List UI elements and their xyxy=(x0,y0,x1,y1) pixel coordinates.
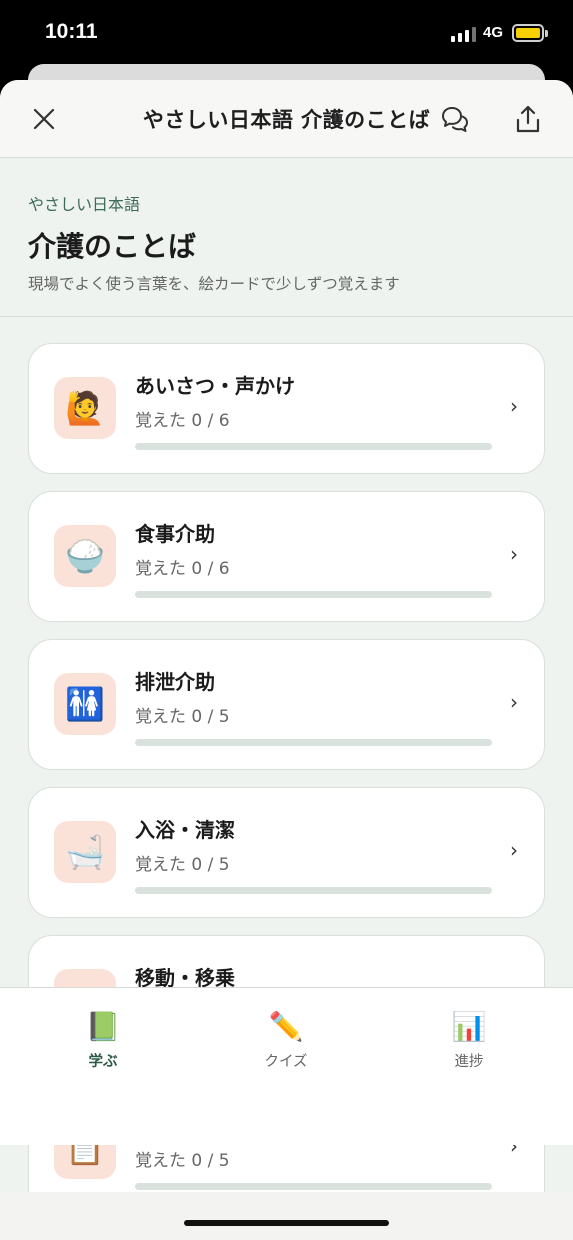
green-book-icon: 📗 xyxy=(85,1010,121,1043)
chevron-right-icon: › xyxy=(510,838,518,862)
chevron-right-icon: › xyxy=(510,542,518,566)
page-eyebrow: やさしい日本語 xyxy=(28,195,141,214)
progress-bar xyxy=(135,739,492,746)
category-title: 入浴・清潔 xyxy=(135,818,235,842)
tab-label: 学ぶ xyxy=(88,1054,118,1070)
rice-bowl-icon: 🍚 xyxy=(65,537,105,575)
pencil-icon: ✏️ xyxy=(268,1010,304,1043)
category-progress-text: 覚えた 0 / 5 xyxy=(135,707,230,727)
cellular-signal-icon xyxy=(451,26,476,42)
page-title: 介護のことば xyxy=(28,230,197,263)
person-raising-hand-icon: 🙋 xyxy=(65,389,105,427)
tab-label: クイズ xyxy=(264,1054,308,1070)
category-title: 排泄介助 xyxy=(135,670,215,694)
page-header: やさしい日本語 介護のことば 現場でよく使う言葉を、絵カードで少しずつ覚えます xyxy=(0,159,573,317)
bathtub-icon: 🛁 xyxy=(65,833,105,871)
tab-quiz[interactable]: ✏️ クイズ xyxy=(226,1008,346,1071)
tab-bar: 📗 学ぶ ✏️ クイズ 📊 進捗 xyxy=(0,987,573,1145)
category-progress-text: 覚えた 0 / 6 xyxy=(135,411,230,431)
category-progress-text: 覚えた 0 / 5 xyxy=(135,1151,230,1171)
chat-button[interactable] xyxy=(438,102,472,136)
screen: 10:11 4G やさしい日本語 介護のことば やさしい日本語 介護のことば 現… xyxy=(0,0,573,1240)
share-icon xyxy=(516,105,540,133)
category-card-bathing[interactable]: 🛁 入浴・清潔 覚えた 0 / 5 › xyxy=(28,787,545,918)
category-title: 食事介助 xyxy=(135,522,215,546)
battery-icon xyxy=(512,24,548,42)
category-title: あいさつ・声かけ xyxy=(135,374,295,398)
progress-bar xyxy=(135,1183,492,1190)
progress-bar xyxy=(135,591,492,598)
home-indicator[interactable] xyxy=(184,1220,389,1226)
nav-bar: やさしい日本語 介護のことば xyxy=(0,80,573,158)
chevron-right-icon: › xyxy=(510,394,518,418)
category-card-greetings[interactable]: 🙋 あいさつ・声かけ 覚えた 0 / 6 › xyxy=(28,343,545,474)
tab-learn[interactable]: 📗 学ぶ xyxy=(43,1008,163,1071)
share-button[interactable] xyxy=(511,102,545,136)
page-subtitle: 現場でよく使う言葉を、絵カードで少しずつ覚えます xyxy=(28,275,400,293)
chat-bubbles-icon xyxy=(442,107,468,132)
category-card-meal-assistance[interactable]: 🍚 食事介助 覚えた 0 / 6 › xyxy=(28,491,545,622)
tab-progress[interactable]: 📊 進捗 xyxy=(409,1008,529,1071)
progress-bar xyxy=(135,887,492,894)
category-progress-text: 覚えた 0 / 5 xyxy=(135,855,230,875)
category-card-toileting[interactable]: 🚻 排泄介助 覚えた 0 / 5 › xyxy=(28,639,545,770)
network-type: 4G xyxy=(483,24,504,41)
status-time: 10:11 xyxy=(45,20,98,43)
bar-chart-icon: 📊 xyxy=(451,1010,487,1043)
chevron-right-icon: › xyxy=(510,690,518,714)
progress-bar xyxy=(135,443,492,450)
status-bar: 10:11 4G xyxy=(0,0,573,66)
nav-title: やさしい日本語 介護のことば xyxy=(142,108,431,132)
tab-label: 進捗 xyxy=(454,1054,484,1070)
category-progress-text: 覚えた 0 / 6 xyxy=(135,559,230,579)
modal-sheet: やさしい日本語 介護のことば やさしい日本語 介護のことば 現場でよく使う言葉を… xyxy=(0,80,573,1240)
bottom-safe-area xyxy=(0,1192,573,1240)
restroom-icon: 🚻 xyxy=(65,685,105,723)
